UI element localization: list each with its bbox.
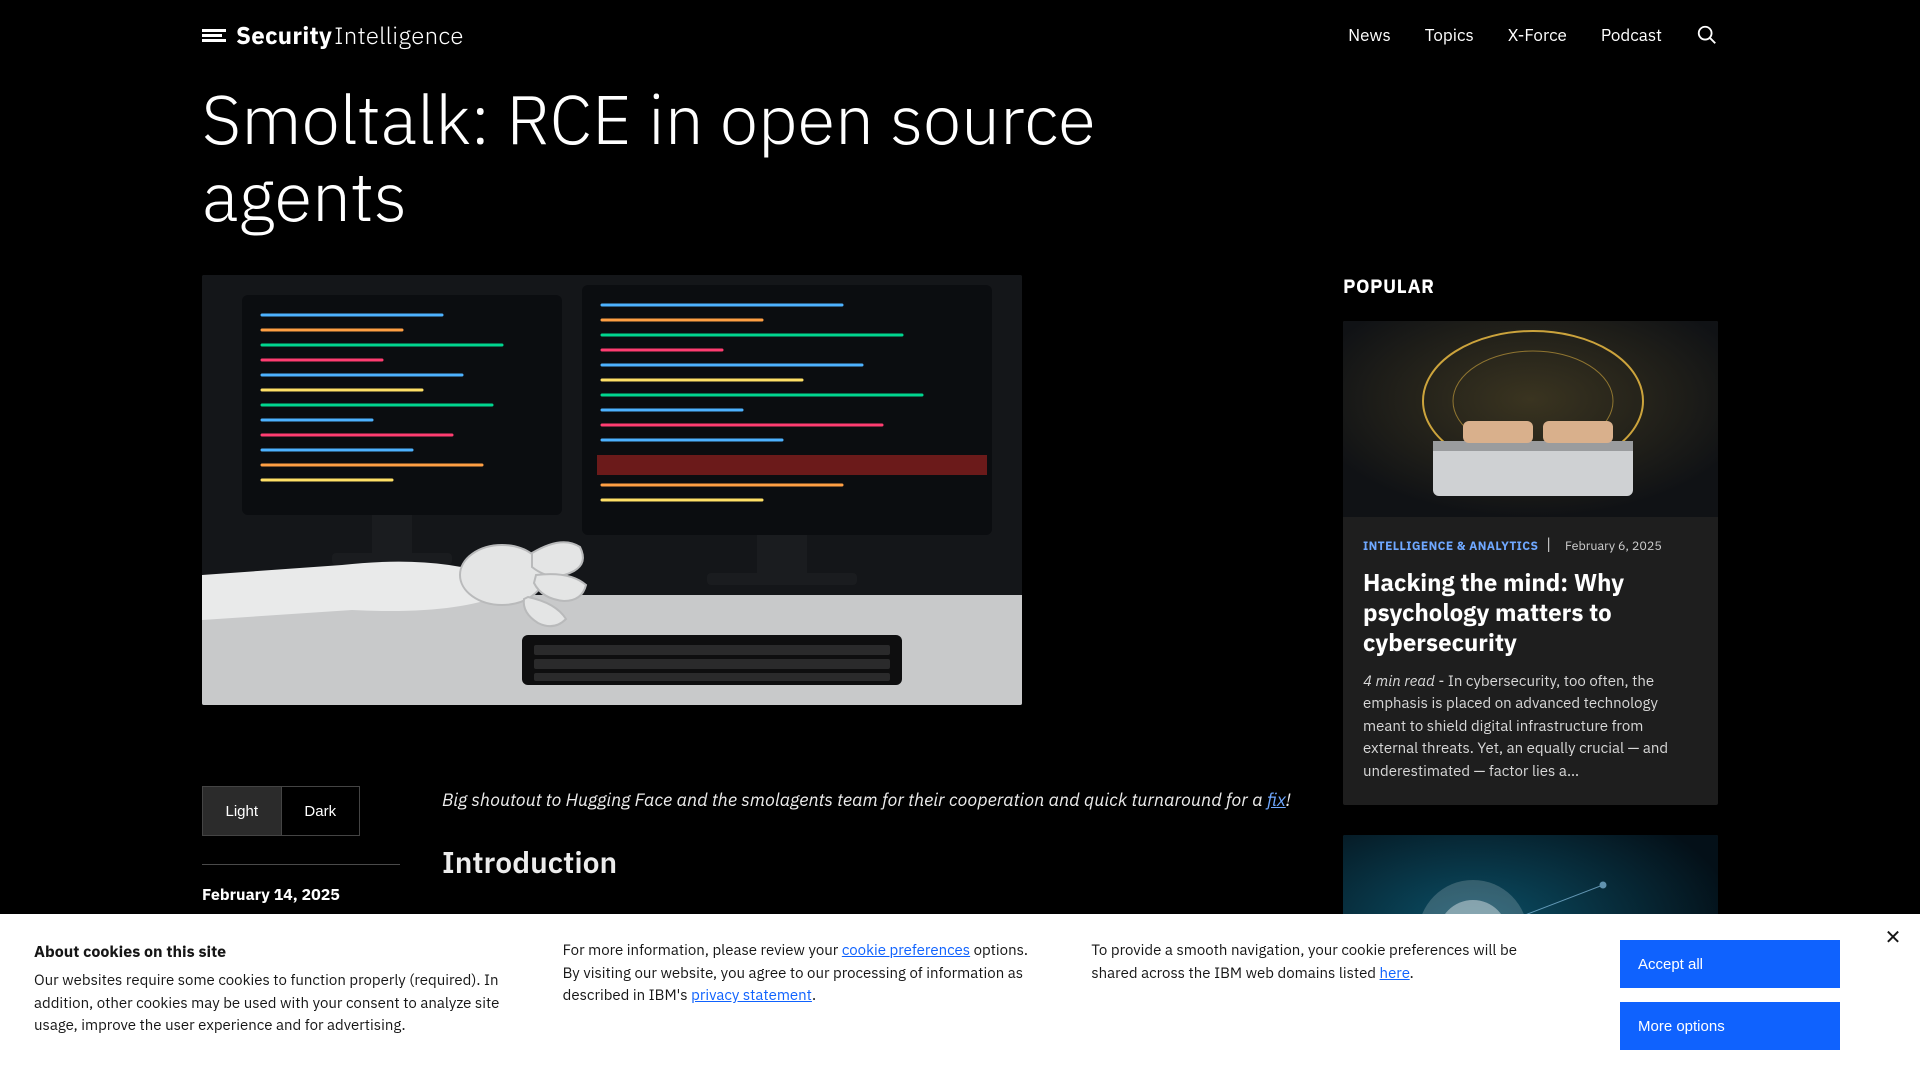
nav-podcast[interactable]: Podcast <box>1601 24 1662 46</box>
cookie-col-1: About cookies on this site Our websites … <box>34 940 503 1050</box>
lede-fix-link[interactable]: fix <box>1267 788 1286 811</box>
cookie-heading: About cookies on this site <box>34 940 503 964</box>
article-lede: Big shoutout to Hugging Face and the smo… <box>442 786 1301 814</box>
theme-light-button[interactable]: Light <box>203 787 281 835</box>
card-readtime: 4 min read <box>1363 672 1435 691</box>
cookie-text-2a: For more information, please review your <box>563 941 842 960</box>
nav-news[interactable]: News <box>1348 24 1391 46</box>
brand-logo[interactable]: Security Intelligence <box>202 19 464 51</box>
more-options-button[interactable]: More options <box>1620 1002 1840 1050</box>
nav-topics[interactable]: Topics <box>1425 24 1474 46</box>
theme-toggle: Light Dark <box>202 786 360 836</box>
card-date: February 6, 2025 <box>1565 538 1662 554</box>
lede-suffix: ! <box>1286 788 1291 811</box>
card-category[interactable]: INTELLIGENCE & ANALYTICS <box>1363 539 1538 554</box>
card-title[interactable]: Hacking the mind: Why psychology matters… <box>1363 567 1698 657</box>
cookie-pref-link[interactable]: cookie preferences <box>842 941 970 960</box>
card-excerpt: 4 min read - In cybersecurity, too often… <box>1363 671 1698 784</box>
privacy-link[interactable]: privacy statement <box>691 986 812 1005</box>
sidebar-heading: POPULAR <box>1343 275 1718 299</box>
brand-mark-icon <box>202 29 226 42</box>
brand-word-thin: Intelligence <box>334 19 464 51</box>
card-separator: | <box>1546 535 1551 555</box>
section-heading: Introduction <box>442 840 1301 887</box>
nav-xforce[interactable]: X-Force <box>1508 24 1567 46</box>
close-icon[interactable]: ✕ <box>1880 924 1906 950</box>
meta-divider <box>202 864 400 865</box>
publish-date: February 14, 2025 <box>202 885 400 905</box>
card-image <box>1343 321 1718 517</box>
brand-word-bold: Security <box>236 19 332 51</box>
cookie-text-3b: . <box>1410 964 1414 983</box>
cookie-text-3a: To provide a smooth navigation, your coo… <box>1091 941 1517 983</box>
lede-text: Big shoutout to Hugging Face and the smo… <box>442 788 1267 811</box>
domains-link[interactable]: here <box>1380 964 1410 983</box>
cookie-text-2c: . <box>812 986 816 1005</box>
cookie-text-1: Our websites require some cookies to fun… <box>34 971 499 1035</box>
popular-card[interactable]: INTELLIGENCE & ANALYTICS | February 6, 2… <box>1343 321 1718 806</box>
theme-dark-button[interactable]: Dark <box>281 787 360 835</box>
cookie-col-2: For more information, please review your… <box>563 940 1032 1050</box>
cookie-col-3: To provide a smooth navigation, your coo… <box>1091 940 1560 1050</box>
cookie-actions: Accept all More options <box>1620 940 1890 1050</box>
search-icon[interactable] <box>1696 24 1718 46</box>
page-title: Smoltalk: RCE in open source agents <box>202 80 1102 235</box>
accept-all-button[interactable]: Accept all <box>1620 940 1840 988</box>
primary-nav: News Topics X-Force Podcast <box>1348 24 1718 46</box>
cookie-banner: About cookies on this site Our websites … <box>0 914 1920 1080</box>
hero-image <box>202 275 1022 705</box>
